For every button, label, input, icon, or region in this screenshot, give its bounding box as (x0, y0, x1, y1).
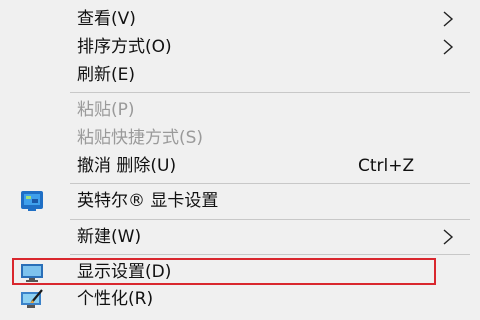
chevron-right-icon (443, 11, 454, 27)
menu-item-personalize[interactable]: 个性化(R) (0, 285, 480, 313)
menu-item-display-settings[interactable]: 显示设置(D) (0, 258, 480, 286)
menu-item-sort-by[interactable]: 排序方式(O) (0, 33, 480, 61)
menu-separator (70, 183, 470, 184)
menu-item-paste-shortcut-label: 粘贴快捷方式(S) (77, 128, 204, 148)
display-settings-icon (21, 264, 43, 282)
menu-separator (70, 254, 470, 255)
menu-item-display-settings-label: 显示设置(D) (77, 262, 172, 282)
menu-item-undo-shortcut: Ctrl+Z (358, 156, 415, 176)
chevron-right-icon (443, 39, 454, 55)
menu-item-refresh[interactable]: 刷新(E) (0, 61, 480, 89)
menu-item-intel-graphics-label: 英特尔® 显卡设置 (77, 191, 219, 211)
desktop-context-menu: 查看(V) 排序方式(O) 刷新(E) 粘贴(P) 粘贴快捷方式(S) 撤消 删… (0, 0, 480, 320)
menu-item-paste-shortcut[interactable]: 粘贴快捷方式(S) (0, 124, 480, 152)
menu-item-paste-label: 粘贴(P) (77, 100, 135, 120)
menu-item-new[interactable]: 新建(W) (0, 223, 480, 251)
chevron-right-icon (443, 229, 454, 245)
menu-item-sort-by-label: 排序方式(O) (77, 37, 172, 57)
menu-item-undo-delete-label: 撤消 删除(U) (77, 156, 177, 176)
menu-separator (70, 219, 470, 220)
intel-graphics-icon (21, 191, 43, 211)
menu-item-paste[interactable]: 粘贴(P) (0, 96, 480, 124)
menu-item-intel-graphics[interactable]: 英特尔® 显卡设置 (0, 187, 480, 215)
personalize-icon (21, 289, 43, 308)
menu-item-refresh-label: 刷新(E) (77, 65, 136, 85)
menu-item-view[interactable]: 查看(V) (0, 5, 480, 33)
menu-separator (70, 92, 470, 93)
menu-item-undo-delete[interactable]: 撤消 删除(U) Ctrl+Z (0, 152, 480, 180)
menu-item-new-label: 新建(W) (77, 227, 142, 247)
menu-item-personalize-label: 个性化(R) (77, 289, 154, 309)
menu-item-view-label: 查看(V) (77, 9, 136, 29)
